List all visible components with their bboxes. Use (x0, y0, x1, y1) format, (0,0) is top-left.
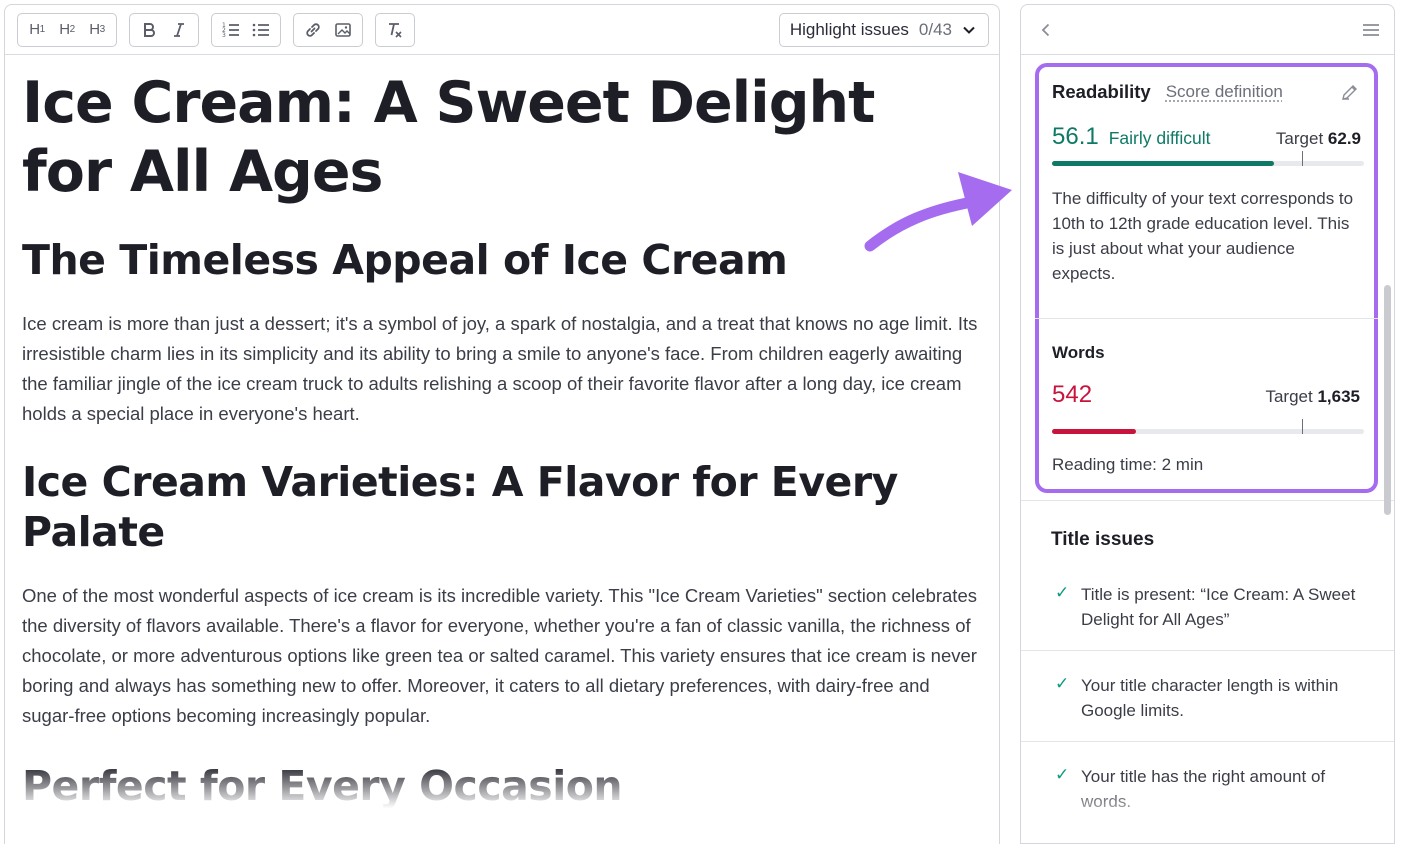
highlight-issues-label: Highlight issues (789, 19, 909, 39)
editor-panel: H1 H2 H3 123 Highlight issues 0/43 Ice C… (4, 4, 1000, 844)
bold-button[interactable] (135, 16, 163, 44)
words-target-value: 1,635 (1317, 387, 1360, 406)
document-title: Ice Cream: A Sweet Delight for All Ages (22, 70, 875, 205)
readability-description: The difficulty of your text corresponds … (1052, 189, 1354, 283)
insert-group (293, 12, 363, 47)
paragraph: Ice cream is more than just a dessert; i… (22, 313, 978, 424)
italic-button[interactable] (165, 16, 193, 44)
words-title: Words (1052, 343, 1105, 362)
words-progress-bar (1052, 419, 1364, 434)
divider (1035, 318, 1378, 319)
title-issue-text: Title is present: “Ice Cream: A Sweet De… (1081, 585, 1356, 629)
ordered-list-icon: 123 (222, 22, 239, 39)
check-icon: ✓ (1055, 583, 1070, 602)
bullet-list-icon (252, 23, 269, 36)
readability-progress-bar (1052, 151, 1364, 166)
sidebar-scrollbar[interactable] (1384, 285, 1391, 515)
words-target-marker (1301, 419, 1303, 434)
clear-group (375, 12, 415, 47)
section-heading: Ice Cream Varieties: A Flavor for Every … (22, 458, 898, 556)
reading-time: Reading time: 2 min (1052, 455, 1204, 474)
seo-sidebar: Readability Score definition 56.1 Fairly… (1020, 4, 1395, 844)
h1-button[interactable]: H1 (23, 16, 51, 44)
highlight-issues-dropdown[interactable]: Highlight issues 0/43 (778, 12, 989, 47)
chevron-left-icon[interactable] (1037, 21, 1055, 39)
h2-button[interactable]: H2 (53, 16, 81, 44)
divider (1021, 741, 1394, 742)
paragraph: One of the most wonderful aspects of ice… (22, 585, 977, 726)
readability-target-marker (1301, 151, 1303, 166)
readability-title: Readability (1052, 81, 1151, 102)
section-heading: Perfect for Every Occasion (22, 761, 979, 811)
link-icon (306, 22, 320, 37)
readability-target: Target 62.9 (1276, 129, 1361, 149)
sidebar-header (1021, 5, 1394, 55)
divider (1021, 650, 1394, 651)
readability-card: Readability Score definition 56.1 Fairly… (1035, 63, 1378, 493)
title-issues-heading: Title issues (1051, 529, 1155, 550)
editor-toolbar: H1 H2 H3 123 Highlight issues 0/43 (5, 5, 999, 55)
readability-level: Fairly difficult (1108, 128, 1211, 148)
h3-button[interactable]: H3 (83, 16, 111, 44)
format-group (129, 12, 199, 47)
bullet-list-button[interactable] (247, 16, 275, 44)
menu-icon[interactable] (1362, 21, 1380, 39)
list-group: 123 (211, 12, 281, 47)
readability-score: 56.1 (1052, 123, 1099, 150)
bold-icon (144, 22, 155, 37)
link-button[interactable] (299, 16, 327, 44)
image-button[interactable] (329, 16, 357, 44)
pencil-icon[interactable] (1340, 82, 1360, 102)
divider (1021, 500, 1394, 501)
scroll-fade (1021, 783, 1394, 843)
title-issue-item: ✓ Title is present: “Ice Cream: A Sweet … (1021, 582, 1394, 632)
title-issue-text: Your title character length is within Go… (1081, 676, 1339, 720)
chevron-down-icon (963, 26, 975, 34)
section-heading: The Timeless Appeal of Ice Cream (22, 236, 788, 284)
ordered-list-button[interactable]: 123 (217, 16, 245, 44)
word-count: 542 (1052, 381, 1093, 408)
heading-group: H1 H2 H3 (17, 12, 117, 47)
words-target-label: Target (1265, 387, 1313, 406)
words-target: Target 1,635 (1265, 387, 1360, 407)
check-icon: ✓ (1055, 674, 1070, 693)
image-icon (335, 22, 351, 37)
score-definition-link[interactable]: Score definition (1166, 82, 1283, 102)
readability-progress-fill (1052, 161, 1274, 166)
clear-format-button[interactable] (381, 16, 409, 44)
clear-format-icon (389, 22, 402, 38)
editor-content[interactable]: Ice Cream: A Sweet Delight for All Ages … (5, 55, 999, 811)
readability-target-label: Target (1275, 129, 1324, 148)
highlight-issues-count: 0/43 (918, 19, 952, 39)
readability-target-value: 62.9 (1327, 129, 1361, 148)
words-progress-fill (1052, 429, 1137, 434)
svg-text:3: 3 (222, 32, 226, 39)
italic-icon (174, 22, 184, 37)
annotation-arrow-icon (864, 172, 1012, 252)
title-issue-item: ✓ Your title character length is within … (1021, 673, 1394, 723)
